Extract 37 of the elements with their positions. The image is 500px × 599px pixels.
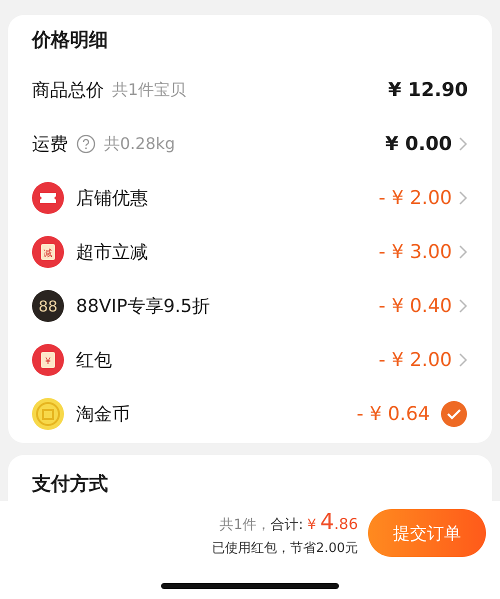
item-count: 共1件， xyxy=(220,516,270,534)
row-label: 88VIP专享9.5折 xyxy=(76,295,210,318)
chevron-icon[interactable] xyxy=(458,352,468,368)
chevron-icon[interactable] xyxy=(458,244,468,260)
row-amount: ¥ 0.00 xyxy=(385,133,452,155)
row-label: 商品总价 xyxy=(32,79,104,102)
submit-order-button[interactable]: 提交订单 xyxy=(368,509,486,557)
row-label: 超市立减 xyxy=(76,241,148,264)
ticket-icon xyxy=(32,182,64,214)
total-integer: 4 xyxy=(320,510,334,534)
coin-icon xyxy=(32,398,64,430)
section-title: 价格明细 xyxy=(32,28,109,53)
checkbox[interactable] xyxy=(440,400,468,428)
row-amount: - ¥ 2.00 xyxy=(378,187,452,209)
chevron-icon[interactable] xyxy=(458,298,468,314)
total-label: 合计: xyxy=(270,516,304,534)
total-decimal: .86 xyxy=(334,514,358,532)
row-amount: - ¥ 3.00 xyxy=(378,241,452,263)
row-label: 淘金币 xyxy=(76,403,130,426)
vip-icon: 88 xyxy=(32,290,64,322)
row-label: 店铺优惠 xyxy=(76,187,148,210)
row-note: 共1件宝贝 xyxy=(112,80,186,100)
coupon-icon: 减 xyxy=(32,236,64,268)
chevron-icon[interactable] xyxy=(458,136,468,152)
savings-note: 已使用红包，节省2.00元 xyxy=(212,540,358,556)
row-note: 共0.28kg xyxy=(104,134,176,154)
section-title: 支付方式 xyxy=(32,472,109,497)
row-label: 红包 xyxy=(76,349,112,372)
currency-symbol: ¥ xyxy=(307,516,316,532)
row-amount: - ¥ 2.00 xyxy=(378,349,452,371)
help-icon[interactable] xyxy=(76,134,96,154)
row-amount: - ¥ 0.40 xyxy=(378,295,452,317)
row-amount: - ¥ 0.64 xyxy=(356,403,430,425)
chevron-icon[interactable] xyxy=(458,190,468,206)
coupon-icon: ¥ xyxy=(32,344,64,376)
row-label: 运费 xyxy=(32,133,68,156)
row-amount: ¥ 12.90 xyxy=(388,79,468,101)
